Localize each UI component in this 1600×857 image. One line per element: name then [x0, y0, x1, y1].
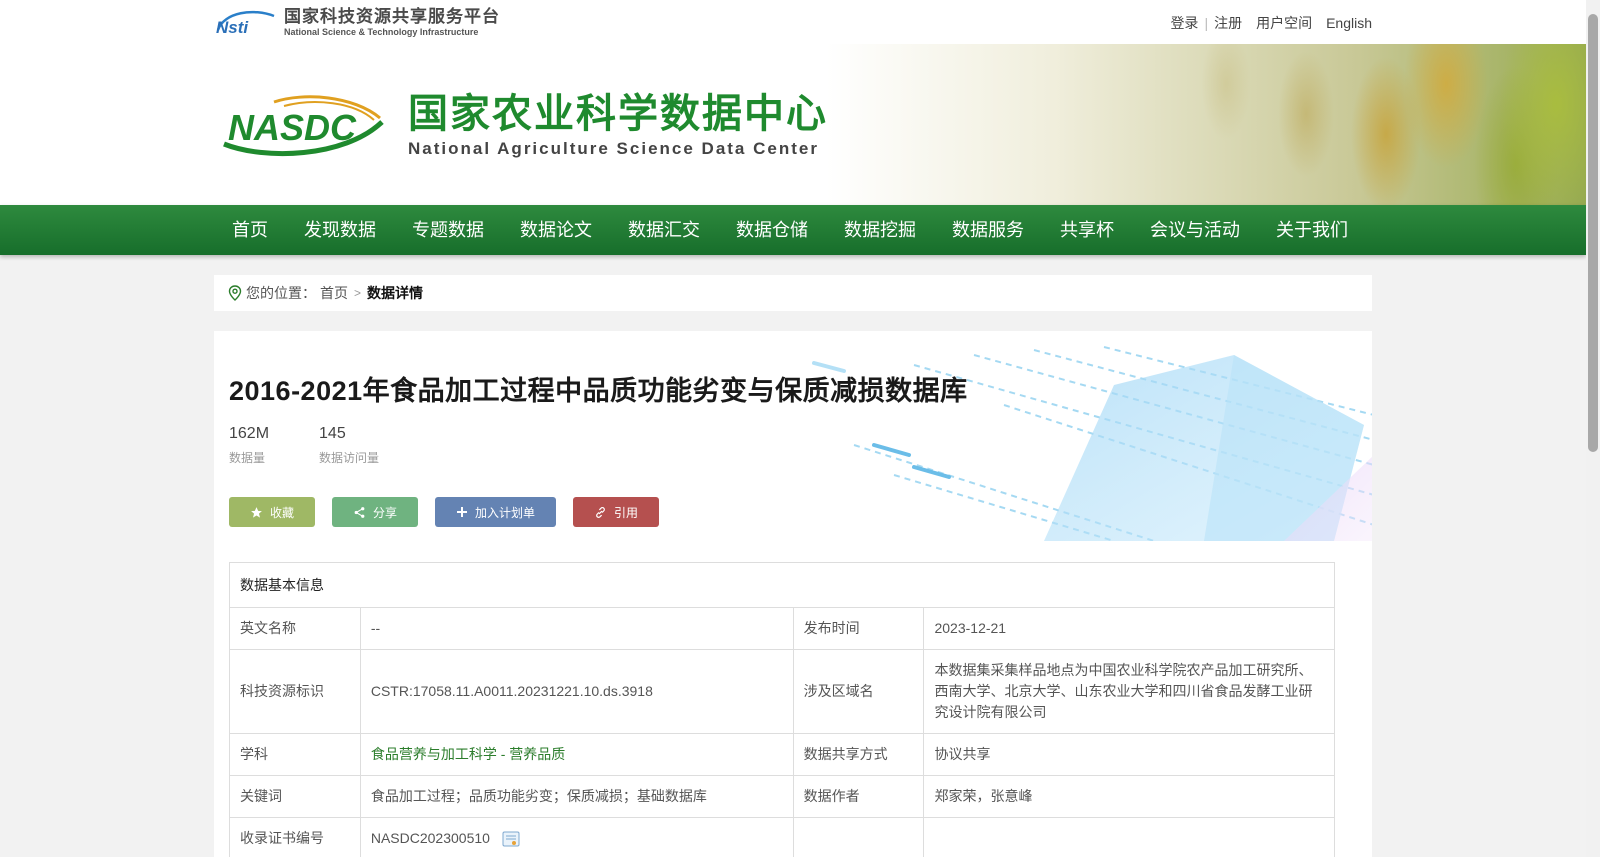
brand-name-en: National Agriculture Science Data Center: [408, 139, 819, 158]
nav-data-services[interactable]: 数据服务: [934, 205, 1042, 255]
favorite-button[interactable]: 收藏: [229, 497, 316, 527]
main-nav: 首页 发现数据 专题数据 数据论文 数据汇交 数据仓储 数据挖掘 数据服务 共享…: [0, 205, 1586, 255]
platform-name-en: National Science & Technology Infrastruc…: [284, 26, 479, 37]
add-to-plan-button[interactable]: 加入计划单: [435, 497, 557, 527]
data-visits-label: 数据访问量: [319, 451, 380, 465]
scrollbar-thumb[interactable]: [1588, 14, 1598, 452]
star-icon: [251, 506, 262, 518]
rice-banner-image: [826, 44, 1586, 205]
platform-logo[interactable]: Nsti 国家科技资源共享服务平台 National Science & Tec…: [214, 6, 500, 38]
table-row: 英文名称 -- 发布时间 2023-12-21: [229, 607, 1335, 650]
nav-home[interactable]: 首页: [214, 205, 286, 255]
data-visits-stat: 145 数据访问量: [319, 425, 379, 466]
breadcrumb-home-link[interactable]: 首页: [320, 283, 348, 303]
nav-data-mining[interactable]: 数据挖掘: [826, 205, 934, 255]
favorite-button-label: 收藏: [270, 505, 295, 520]
nav-sharing-cup[interactable]: 共享杯: [1042, 205, 1132, 255]
table-row: 收录证书编号 NASDC202300510: [229, 817, 1335, 857]
table-row: 学科 食品营养与加工科学 - 营养品质 数据共享方式 协议共享: [229, 733, 1335, 776]
top-links-divider: |: [1204, 15, 1209, 31]
english-name-value: --: [359, 607, 794, 650]
sharing-method-value: 协议共享: [923, 733, 1335, 776]
add-to-plan-button-label: 加入计划单: [475, 505, 536, 520]
dataset-card: 2016-2021年食品加工过程中品质功能劣变与保质减损数据库 162M 数据量…: [214, 331, 1372, 857]
share-button[interactable]: 分享: [332, 497, 419, 527]
register-link[interactable]: 注册: [1214, 13, 1242, 33]
brand-name-cn: 国家农业科学数据中心: [408, 92, 828, 136]
nav-data-repository[interactable]: 数据仓储: [718, 205, 826, 255]
data-size-value: 162M: [229, 425, 270, 442]
cite-button[interactable]: 引用: [573, 497, 660, 527]
certificate-number-label: 收录证书编号: [229, 817, 361, 857]
data-size-label: 数据量: [229, 451, 266, 465]
share-button-label: 分享: [373, 505, 398, 520]
action-buttons: 收藏 分享 加入计划单 引用: [229, 497, 676, 527]
region-value: 本数据集采集样品地点为中国农业科学院农产品加工研究所、西南大学、北京大学、山东农…: [923, 649, 1335, 734]
location-pin-icon: [228, 285, 242, 301]
brand-logo[interactable]: NASDC 国家农业科学数据中心 National Agriculture Sc…: [214, 92, 828, 160]
nav-about-us[interactable]: 关于我们: [1258, 205, 1366, 255]
data-author-value: 郑家荣，张意峰: [923, 775, 1335, 818]
data-size-stat: 162M 数据量: [229, 425, 269, 466]
sharing-method-label: 数据共享方式: [792, 733, 925, 776]
top-links: 登录 | 注册 用户空间 English: [1170, 13, 1372, 33]
table-row: 科技资源标识 CSTR:17058.11.A0011.20231221.10.d…: [229, 649, 1335, 734]
link-icon: [596, 506, 605, 518]
nav-data-papers[interactable]: 数据论文: [502, 205, 610, 255]
nasdc-logo-icon: NASDC: [223, 95, 384, 157]
top-bar: Nsti 国家科技资源共享服务平台 National Science & Tec…: [0, 0, 1586, 44]
breadcrumb: 您的位置： 首页 > 数据详情: [214, 275, 1372, 311]
info-table-header: 数据基本信息: [229, 562, 1335, 608]
nav-data-submission[interactable]: 数据汇交: [610, 205, 718, 255]
table-header-row: 数据基本信息: [229, 562, 1335, 608]
certificate-number-value: NASDC202300510: [370, 830, 490, 846]
cite-button-label: 引用: [614, 505, 639, 520]
resource-id-value: CSTR:17058.11.A0011.20231221.10.ds.3918: [359, 649, 794, 734]
dataset-stats: 162M 数据量 145 数据访问量: [229, 425, 429, 466]
breadcrumb-current: 数据详情: [367, 285, 424, 301]
page-scrollbar[interactable]: [1586, 0, 1600, 857]
platform-name-cn: 国家科技资源共享服务平台: [284, 6, 500, 26]
english-link[interactable]: English: [1326, 15, 1372, 31]
table-row: 关键词 食品加工过程；品质功能劣变；保质减损；基础数据库 数据作者 郑家荣，张意…: [229, 775, 1335, 818]
login-link[interactable]: 登录: [1170, 13, 1198, 33]
keywords-value: 食品加工过程；品质功能劣变；保质减损；基础数据库: [359, 775, 794, 818]
breadcrumb-prefix: 您的位置：: [246, 285, 316, 301]
nav-conferences[interactable]: 会议与活动: [1132, 205, 1258, 255]
empty-value-cell: [923, 817, 1335, 857]
dataset-info-table: 数据基本信息 英文名称 -- 发布时间 2023-12-21 科技资源标识 CS…: [229, 562, 1335, 857]
svg-text:Nsti: Nsti: [216, 18, 249, 36]
nsti-logo-icon: Nsti: [216, 10, 275, 36]
empty-label-cell: [792, 817, 925, 857]
share-icon: [354, 506, 365, 518]
data-author-label: 数据作者: [792, 775, 925, 818]
user-space-link[interactable]: 用户空间: [1256, 13, 1312, 33]
subject-label: 学科: [229, 733, 361, 776]
plus-icon: [457, 507, 468, 517]
keywords-label: 关键词: [229, 775, 361, 818]
region-label: 涉及区域名: [792, 649, 925, 734]
nav-topic-data[interactable]: 专题数据: [394, 205, 502, 255]
publish-time-value: 2023-12-21: [923, 607, 1335, 650]
publish-time-label: 发布时间: [792, 607, 925, 650]
nasdc-logo-text: NASDC: [228, 107, 357, 148]
subject-link[interactable]: 食品营养与加工科学 - 营养品质: [371, 746, 565, 762]
header-banner: NASDC 国家农业科学数据中心 National Agriculture Sc…: [0, 44, 1586, 205]
page: Nsti 国家科技资源共享服务平台 National Science & Tec…: [0, 0, 1600, 857]
resource-id-label: 科技资源标识: [229, 649, 361, 734]
dataset-title: 2016-2021年食品加工过程中品质功能劣变与保质减损数据库: [229, 376, 968, 406]
certificate-icon[interactable]: [502, 831, 520, 847]
nav-discover-data[interactable]: 发现数据: [286, 205, 394, 255]
breadcrumb-separator: >: [354, 286, 362, 300]
english-name-label: 英文名称: [229, 607, 361, 650]
data-visits-value: 145: [319, 425, 346, 442]
